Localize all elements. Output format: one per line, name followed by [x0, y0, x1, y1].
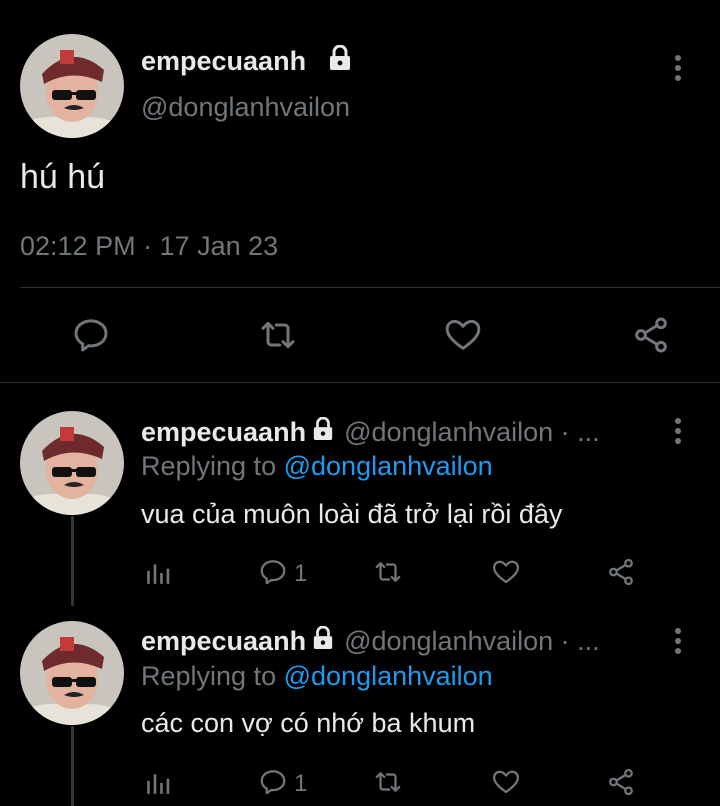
divider: [0, 382, 720, 383]
tweet-text: hú hú: [20, 158, 106, 196]
replying-to-handle[interactable]: @donglanhvailon: [284, 451, 493, 481]
tweet-text: vua của muôn loài đã trở lại rồi đây: [141, 499, 563, 529]
more-icon[interactable]: [668, 53, 688, 83]
thread-line: [71, 516, 74, 606]
like-icon[interactable]: [442, 315, 484, 355]
retweet-icon[interactable]: [256, 315, 300, 355]
reply-icon[interactable]: [258, 767, 288, 797]
divider: [20, 287, 720, 288]
share-icon[interactable]: [606, 557, 636, 587]
reply-icon[interactable]: [258, 557, 288, 587]
handle-and-time[interactable]: @donglanhvailon · ...: [344, 626, 600, 656]
replying-to: Replying to @donglanhvailon: [141, 659, 493, 693]
replying-to-label: Replying to: [141, 661, 277, 691]
replying-to-label: Replying to: [141, 451, 277, 481]
lock-icon: [313, 626, 333, 649]
like-icon[interactable]: [490, 557, 522, 587]
analytics-icon[interactable]: [145, 560, 171, 586]
reply-header: empecuaanh @donglanhvailon · ...: [141, 624, 649, 658]
handle[interactable]: @donglanhvailon: [141, 90, 350, 124]
avatar[interactable]: [20, 411, 124, 515]
avatar[interactable]: [20, 621, 124, 725]
thread-line: [71, 726, 74, 806]
timestamp[interactable]: 02:12 PM · 17 Jan 23: [20, 229, 278, 263]
display-name[interactable]: empecuaanh: [141, 417, 306, 447]
replying-to-handle[interactable]: @donglanhvailon: [284, 661, 493, 691]
like-icon[interactable]: [490, 767, 522, 797]
display-name[interactable]: empecuaanh: [141, 626, 306, 656]
reply-count: 1: [294, 560, 308, 587]
reply-count: 1: [294, 770, 308, 797]
lock-icon: [330, 45, 350, 70]
retweet-icon[interactable]: [371, 557, 405, 587]
reply-header: empecuaanh @donglanhvailon · ...: [141, 415, 649, 449]
lock-icon: [313, 417, 333, 440]
replying-to: Replying to @donglanhvailon: [141, 449, 493, 483]
display-name[interactable]: empecuaanh: [141, 45, 306, 77]
retweet-icon[interactable]: [371, 767, 405, 797]
analytics-icon[interactable]: [145, 770, 171, 796]
avatar[interactable]: [20, 34, 124, 138]
share-icon[interactable]: [631, 315, 671, 355]
more-icon[interactable]: [668, 626, 688, 656]
share-icon[interactable]: [606, 767, 636, 797]
more-icon[interactable]: [668, 416, 688, 446]
handle-and-time[interactable]: @donglanhvailon · ...: [344, 417, 600, 447]
reply-icon[interactable]: [71, 315, 111, 355]
tweet-text: các con vợ có nhớ ba khum: [141, 708, 476, 738]
